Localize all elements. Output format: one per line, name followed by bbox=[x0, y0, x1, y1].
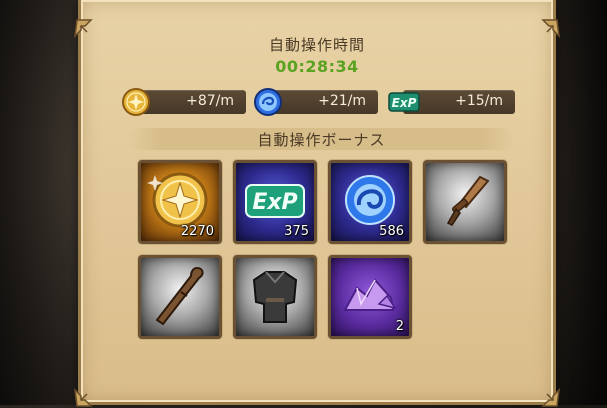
reward-leather-armor[interactable] bbox=[233, 255, 317, 339]
reward-purple-ore[interactable]: 2 bbox=[328, 255, 412, 339]
reward-quantity: 586 bbox=[379, 224, 404, 239]
gold-rate: +87/m bbox=[121, 87, 246, 117]
background-left-shade bbox=[0, 0, 80, 405]
auto-play-bonus-title: 自動操作ボーナス bbox=[257, 131, 386, 149]
exp-rate: +15/m ExP bbox=[387, 87, 515, 115]
background-right-shade bbox=[547, 0, 607, 405]
reward-quantity: 2270 bbox=[180, 224, 214, 239]
gold-rate-value: +87/m bbox=[186, 93, 234, 109]
svg-text:ExP: ExP bbox=[252, 190, 297, 215]
dagger-icon bbox=[446, 175, 490, 226]
reward-wooden-dagger[interactable] bbox=[423, 160, 507, 244]
orb-rate: +21/m bbox=[253, 87, 378, 117]
reward-blue-orb[interactable]: 586 bbox=[328, 160, 412, 244]
corner-ornament bbox=[527, 374, 561, 408]
auto-play-reward-panel: 自動操作時間 00:28:34 +87/m +21/m +15/m ExP 自動… bbox=[73, 0, 561, 407]
exp-rate-value: +15/m bbox=[455, 93, 503, 109]
reward-exp-token[interactable]: ExP 375 bbox=[233, 160, 317, 244]
orb-rate-bar: +21/m bbox=[269, 90, 378, 114]
auto-play-time-title: 自動操作時間 bbox=[268, 36, 365, 54]
auto-play-bonus-header: 自動操作ボーナス bbox=[129, 128, 514, 150]
reward-gold-coin[interactable]: 2270 bbox=[138, 160, 222, 244]
corner-ornament bbox=[73, 374, 107, 408]
orb-rate-value: +21/m bbox=[318, 93, 366, 109]
exp-icon: ExP bbox=[387, 87, 420, 117]
gold-coin-icon bbox=[121, 87, 151, 117]
armor-icon bbox=[252, 271, 298, 323]
auto-play-timer: 00:28:34 bbox=[275, 57, 359, 76]
reward-wooden-staff[interactable] bbox=[138, 255, 222, 339]
gold-rate-bar: +87/m bbox=[137, 90, 246, 114]
blue-orb-icon bbox=[253, 87, 283, 117]
reward-quantity: 375 bbox=[284, 224, 309, 239]
staff-icon bbox=[155, 266, 204, 326]
svg-text:ExP: ExP bbox=[392, 96, 417, 110]
reward-quantity: 2 bbox=[395, 319, 404, 334]
